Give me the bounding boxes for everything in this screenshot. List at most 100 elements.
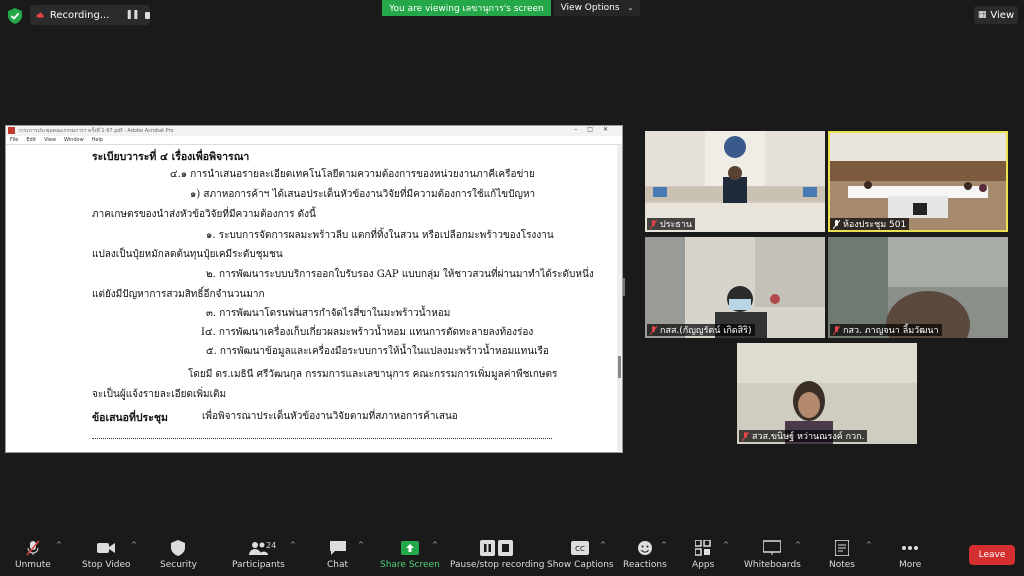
doc-line: จะเป็นผู้แจ้งรายละเอียดเพิ่มเติม: [92, 389, 227, 400]
participant-name: กสว. ภาญจนา ลิ้มวัฒนา: [843, 326, 939, 336]
whiteboards-button[interactable]: Whiteboards: [744, 540, 801, 570]
participant-name-tag: สวส.ขนิษฐ์ หว่านณรงค์ กวก.: [739, 430, 868, 442]
stop-video-button[interactable]: Stop Video: [82, 540, 131, 570]
whiteboards-label: Whiteboards: [744, 560, 801, 570]
doc-line: ๒. การพัฒนาระบบบริการออกใบรับรอง GAP แบบ…: [206, 269, 594, 280]
chat-icon: [329, 541, 346, 555]
proposal-heading: ข้อเสนอที่ประชุม: [92, 412, 168, 424]
grid-view-icon: ▦: [977, 10, 987, 20]
stop-recording-icon[interactable]: [144, 11, 150, 19]
security-button[interactable]: Security: [160, 540, 197, 570]
split-handle[interactable]: [623, 278, 625, 296]
mic-muted-icon: [650, 325, 657, 335]
apps-options-caret[interactable]: ^: [723, 541, 729, 549]
video-camera-icon: [97, 543, 116, 553]
doc-line: แต่ยังมีปัญหาการสวมสิทธิ์อีกจำนวนมาก: [92, 289, 265, 300]
chat-label: Chat: [327, 560, 349, 570]
reactions-label: Reactions: [623, 560, 667, 570]
pause-recording-label: Pause/stop recording: [450, 560, 545, 570]
pause-stop-recording-button[interactable]: Pause/stop recording: [450, 540, 544, 570]
recording-indicator[interactable]: Recording... ❚❚: [30, 5, 150, 25]
apps-icon: [695, 540, 711, 556]
whiteboards-options-caret[interactable]: ^: [795, 541, 801, 549]
shield-icon[interactable]: [8, 8, 22, 24]
notes-icon: [835, 540, 849, 556]
shared-screen: วาระการประชุมคณะกรรมการฯ ครั้งที่ 1-67.p…: [5, 125, 623, 453]
shield-icon: [171, 540, 186, 556]
notes-options-caret[interactable]: ^: [866, 541, 872, 549]
view-button-label: View: [990, 9, 1015, 21]
doc-line: โดยมี ดร.เมธินี ศรีวัฒนกุล กรรมการและเลข…: [188, 369, 558, 380]
mic-muted-icon: [833, 219, 840, 229]
video-tile-active[interactable]: ห้องประชุม 501: [828, 131, 1008, 232]
window-titlebar: วาระการประชุมคณะกรรมการฯ ครั้งที่ 1-67.p…: [6, 126, 622, 136]
unmute-button[interactable]: Unmute: [15, 540, 51, 570]
acrobat-icon: [8, 127, 15, 134]
audio-options-caret[interactable]: ^: [56, 541, 62, 549]
participants-options-caret[interactable]: ^: [290, 541, 296, 549]
participant-name-tag: ห้องประชุม 501: [830, 218, 910, 230]
menu-help[interactable]: Help: [92, 137, 103, 143]
doc-line: ๕. การพัฒนาข้อมูลและเครื่องมือระบบการให้…: [206, 346, 549, 357]
view-options-button[interactable]: View Options ⌄: [554, 0, 640, 16]
share-options-caret[interactable]: ^: [432, 541, 438, 549]
doc-line: ๔.๑ การนำเสนอรายละเอียดเทคโนโลยีตามความต…: [170, 169, 535, 180]
participants-label: Participants: [232, 560, 285, 570]
captions-icon: CC: [571, 541, 590, 555]
scrollbar-thumb[interactable]: [618, 356, 621, 378]
apps-label: Apps: [692, 560, 715, 570]
participants-button[interactable]: Participants: [232, 540, 285, 570]
mic-muted-icon: [650, 219, 657, 229]
menu-view[interactable]: View: [44, 137, 56, 143]
doc-line: ๓. การพัฒนาโดรนพ่นสารกำจัดไรสี่ขาในมะพร้…: [206, 308, 451, 319]
menu-edit[interactable]: Edit: [26, 137, 36, 143]
video-tile[interactable]: กสส.(กัญญรัตน์ เกิดสิริ): [645, 237, 825, 338]
participant-name: ห้องประชุม 501: [843, 220, 907, 230]
dotted-divider: [92, 438, 552, 439]
notes-button[interactable]: Notes: [829, 540, 855, 570]
pause-recording-icon[interactable]: ❚❚: [125, 10, 139, 20]
menu-window[interactable]: Window: [64, 137, 84, 143]
doc-line: ๑. ระบบการจัดการผลมะพร้าวลีบ แตกที่ทิ้งใ…: [206, 230, 554, 241]
viewing-banner: You are viewing เลขานุการ's screen: [382, 0, 551, 16]
share-screen-icon: [400, 541, 419, 555]
captions-label: Show Captions: [547, 560, 614, 570]
participant-name-tag: กสส.(กัญญรัตน์ เกิดสิริ): [647, 324, 755, 336]
svg-text:CC: CC: [575, 545, 585, 553]
participants-count: 24: [266, 541, 277, 550]
apps-button[interactable]: Apps: [692, 540, 714, 570]
security-label: Security: [160, 560, 197, 570]
more-button[interactable]: More: [899, 540, 921, 570]
video-options-caret[interactable]: ^: [131, 541, 137, 549]
participant-name-tag: กสว. ภาญจนา ลิ้มวัฒนา: [830, 324, 942, 336]
leave-button[interactable]: Leave: [969, 545, 1015, 565]
stop-video-label: Stop Video: [82, 560, 131, 570]
doc-line: ๑) สภาหอการค้าฯ ได้เสนอประเด็นหัวข้องานว…: [190, 189, 536, 200]
window-title: วาระการประชุมคณะกรรมการฯ ครั้งที่ 1-67.p…: [18, 128, 174, 134]
mic-muted-icon: [742, 431, 749, 441]
video-tile[interactable]: ประธาน: [645, 131, 825, 232]
whiteboard-icon: [763, 540, 782, 555]
unmute-label: Unmute: [15, 560, 51, 570]
video-tile[interactable]: สวส.ขนิษฐ์ หว่านณรงค์ กวก.: [737, 343, 917, 444]
window-controls[interactable]: –□✕: [574, 126, 618, 133]
cloud-record-icon: [36, 12, 44, 18]
reactions-options-caret[interactable]: ^: [661, 541, 667, 549]
video-tile[interactable]: กสว. ภาญจนา ลิ้มวัฒนา: [828, 237, 1008, 338]
chat-options-caret[interactable]: ^: [358, 541, 364, 549]
participant-name: สวส.ขนิษฐ์ หว่านณรงค์ กวก.: [752, 432, 865, 442]
view-options-label: View Options: [560, 3, 620, 13]
menu-file[interactable]: File: [10, 137, 18, 143]
mic-muted-icon: [26, 540, 40, 556]
scrollbar[interactable]: [617, 145, 622, 451]
more-label: More: [899, 560, 922, 570]
share-screen-button[interactable]: Share Screen: [380, 540, 440, 570]
chat-button[interactable]: Chat: [327, 540, 348, 570]
pdf-document[interactable]: ระเบียบวาระที่ ๔ เรื่องเพื่อพิจารณา ๔.๑ …: [6, 145, 618, 451]
view-button[interactable]: ▦ View: [974, 6, 1018, 24]
captions-options-caret[interactable]: ^: [600, 541, 606, 549]
doc-line: ภาคเกษตรของนำส่งหัวข้อวิจัยที่มีความต้อง…: [92, 209, 316, 220]
doc-line: I๔. การพัฒนาเครื่องเก็บเกี่ยวผลมะพร้าวน้…: [201, 327, 534, 338]
share-screen-label: Share Screen: [380, 560, 440, 570]
participant-name: กสส.(กัญญรัตน์ เกิดสิริ): [660, 326, 752, 336]
